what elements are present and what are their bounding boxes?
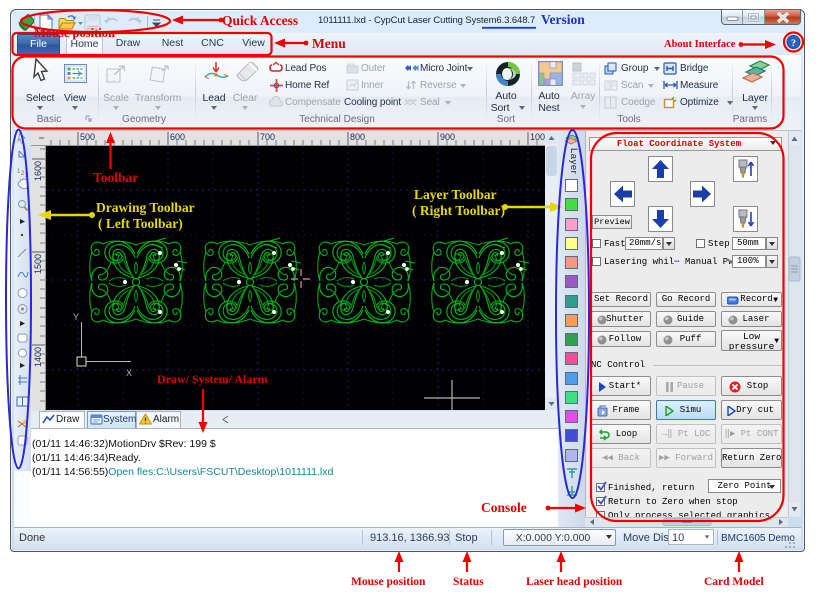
svg-text:?: ? (791, 39, 796, 49)
